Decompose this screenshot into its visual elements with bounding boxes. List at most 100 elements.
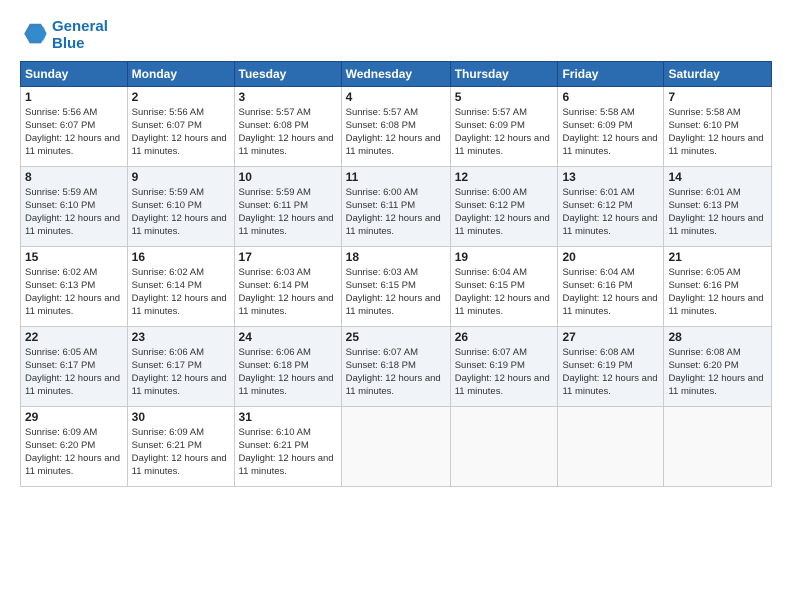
day-number: 8 [25,170,123,184]
day-cell: 10 Sunrise: 5:59 AM Sunset: 6:11 PM Dayl… [234,166,341,246]
day-number: 3 [239,90,337,104]
day-cell: 2 Sunrise: 5:56 AM Sunset: 6:07 PM Dayli… [127,86,234,166]
day-number: 19 [455,250,554,264]
day-cell: 5 Sunrise: 5:57 AM Sunset: 6:09 PM Dayli… [450,86,558,166]
weekday-header-monday: Monday [127,61,234,86]
day-info: Sunrise: 6:04 AM Sunset: 6:15 PM Dayligh… [455,266,554,319]
week-row-2: 8 Sunrise: 5:59 AM Sunset: 6:10 PM Dayli… [21,166,772,246]
day-number: 31 [239,410,337,424]
general-blue-icon [20,21,48,49]
day-cell: 19 Sunrise: 6:04 AM Sunset: 6:15 PM Dayl… [450,246,558,326]
week-row-3: 15 Sunrise: 6:02 AM Sunset: 6:13 PM Dayl… [21,246,772,326]
week-row-4: 22 Sunrise: 6:05 AM Sunset: 6:17 PM Dayl… [21,326,772,406]
day-cell: 20 Sunrise: 6:04 AM Sunset: 6:16 PM Dayl… [558,246,664,326]
day-number: 29 [25,410,123,424]
day-cell: 15 Sunrise: 6:02 AM Sunset: 6:13 PM Dayl… [21,246,128,326]
day-info: Sunrise: 6:01 AM Sunset: 6:13 PM Dayligh… [668,186,767,239]
logo: General Blue [20,18,108,53]
day-cell: 25 Sunrise: 6:07 AM Sunset: 6:18 PM Dayl… [341,326,450,406]
day-number: 2 [132,90,230,104]
page: General Blue SundayMondayTuesdayWednesda… [0,0,792,612]
weekday-header-row: SundayMondayTuesdayWednesdayThursdayFrid… [21,61,772,86]
day-number: 28 [668,330,767,344]
day-cell: 11 Sunrise: 6:00 AM Sunset: 6:11 PM Dayl… [341,166,450,246]
calendar: SundayMondayTuesdayWednesdayThursdayFrid… [20,61,772,487]
day-info: Sunrise: 5:59 AM Sunset: 6:10 PM Dayligh… [25,186,123,239]
day-number: 14 [668,170,767,184]
day-info: Sunrise: 5:57 AM Sunset: 6:08 PM Dayligh… [239,106,337,159]
day-info: Sunrise: 6:05 AM Sunset: 6:16 PM Dayligh… [668,266,767,319]
day-cell: 26 Sunrise: 6:07 AM Sunset: 6:19 PM Dayl… [450,326,558,406]
day-info: Sunrise: 5:57 AM Sunset: 6:09 PM Dayligh… [455,106,554,159]
day-cell: 13 Sunrise: 6:01 AM Sunset: 6:12 PM Dayl… [558,166,664,246]
day-number: 24 [239,330,337,344]
day-cell [450,406,558,486]
day-number: 15 [25,250,123,264]
day-number: 6 [562,90,659,104]
day-info: Sunrise: 6:09 AM Sunset: 6:21 PM Dayligh… [132,426,230,479]
day-number: 27 [562,330,659,344]
day-info: Sunrise: 5:57 AM Sunset: 6:08 PM Dayligh… [346,106,446,159]
weekday-header-friday: Friday [558,61,664,86]
day-cell: 17 Sunrise: 6:03 AM Sunset: 6:14 PM Dayl… [234,246,341,326]
day-cell: 4 Sunrise: 5:57 AM Sunset: 6:08 PM Dayli… [341,86,450,166]
week-row-1: 1 Sunrise: 5:56 AM Sunset: 6:07 PM Dayli… [21,86,772,166]
day-number: 22 [25,330,123,344]
weekday-header-saturday: Saturday [664,61,772,86]
day-cell: 24 Sunrise: 6:06 AM Sunset: 6:18 PM Dayl… [234,326,341,406]
day-info: Sunrise: 6:10 AM Sunset: 6:21 PM Dayligh… [239,426,337,479]
day-info: Sunrise: 6:05 AM Sunset: 6:17 PM Dayligh… [25,346,123,399]
weekday-header-sunday: Sunday [21,61,128,86]
day-number: 13 [562,170,659,184]
day-info: Sunrise: 5:59 AM Sunset: 6:10 PM Dayligh… [132,186,230,239]
day-info: Sunrise: 5:59 AM Sunset: 6:11 PM Dayligh… [239,186,337,239]
day-info: Sunrise: 6:06 AM Sunset: 6:17 PM Dayligh… [132,346,230,399]
day-info: Sunrise: 5:56 AM Sunset: 6:07 PM Dayligh… [132,106,230,159]
day-number: 11 [346,170,446,184]
week-row-5: 29 Sunrise: 6:09 AM Sunset: 6:20 PM Dayl… [21,406,772,486]
day-number: 25 [346,330,446,344]
day-info: Sunrise: 5:58 AM Sunset: 6:09 PM Dayligh… [562,106,659,159]
day-cell: 18 Sunrise: 6:03 AM Sunset: 6:15 PM Dayl… [341,246,450,326]
day-number: 10 [239,170,337,184]
day-cell: 1 Sunrise: 5:56 AM Sunset: 6:07 PM Dayli… [21,86,128,166]
day-info: Sunrise: 6:06 AM Sunset: 6:18 PM Dayligh… [239,346,337,399]
day-info: Sunrise: 6:03 AM Sunset: 6:15 PM Dayligh… [346,266,446,319]
day-cell: 22 Sunrise: 6:05 AM Sunset: 6:17 PM Dayl… [21,326,128,406]
day-info: Sunrise: 6:08 AM Sunset: 6:19 PM Dayligh… [562,346,659,399]
day-number: 21 [668,250,767,264]
day-cell: 7 Sunrise: 5:58 AM Sunset: 6:10 PM Dayli… [664,86,772,166]
header: General Blue [20,18,772,53]
day-number: 12 [455,170,554,184]
day-cell: 28 Sunrise: 6:08 AM Sunset: 6:20 PM Dayl… [664,326,772,406]
day-number: 7 [668,90,767,104]
day-cell [341,406,450,486]
day-info: Sunrise: 6:08 AM Sunset: 6:20 PM Dayligh… [668,346,767,399]
day-cell: 27 Sunrise: 6:08 AM Sunset: 6:19 PM Dayl… [558,326,664,406]
day-cell: 30 Sunrise: 6:09 AM Sunset: 6:21 PM Dayl… [127,406,234,486]
day-number: 17 [239,250,337,264]
day-number: 20 [562,250,659,264]
day-number: 18 [346,250,446,264]
day-number: 26 [455,330,554,344]
weekday-header-wednesday: Wednesday [341,61,450,86]
day-info: Sunrise: 6:02 AM Sunset: 6:13 PM Dayligh… [25,266,123,319]
day-info: Sunrise: 6:00 AM Sunset: 6:11 PM Dayligh… [346,186,446,239]
day-info: Sunrise: 5:58 AM Sunset: 6:10 PM Dayligh… [668,106,767,159]
day-cell: 14 Sunrise: 6:01 AM Sunset: 6:13 PM Dayl… [664,166,772,246]
day-number: 16 [132,250,230,264]
day-info: Sunrise: 6:07 AM Sunset: 6:19 PM Dayligh… [455,346,554,399]
day-number: 9 [132,170,230,184]
day-info: Sunrise: 6:00 AM Sunset: 6:12 PM Dayligh… [455,186,554,239]
weekday-header-tuesday: Tuesday [234,61,341,86]
day-cell: 31 Sunrise: 6:10 AM Sunset: 6:21 PM Dayl… [234,406,341,486]
day-number: 4 [346,90,446,104]
weekday-header-thursday: Thursday [450,61,558,86]
day-number: 1 [25,90,123,104]
day-cell: 3 Sunrise: 5:57 AM Sunset: 6:08 PM Dayli… [234,86,341,166]
day-cell: 16 Sunrise: 6:02 AM Sunset: 6:14 PM Dayl… [127,246,234,326]
day-cell: 23 Sunrise: 6:06 AM Sunset: 6:17 PM Dayl… [127,326,234,406]
day-cell: 29 Sunrise: 6:09 AM Sunset: 6:20 PM Dayl… [21,406,128,486]
day-info: Sunrise: 6:07 AM Sunset: 6:18 PM Dayligh… [346,346,446,399]
day-cell [558,406,664,486]
